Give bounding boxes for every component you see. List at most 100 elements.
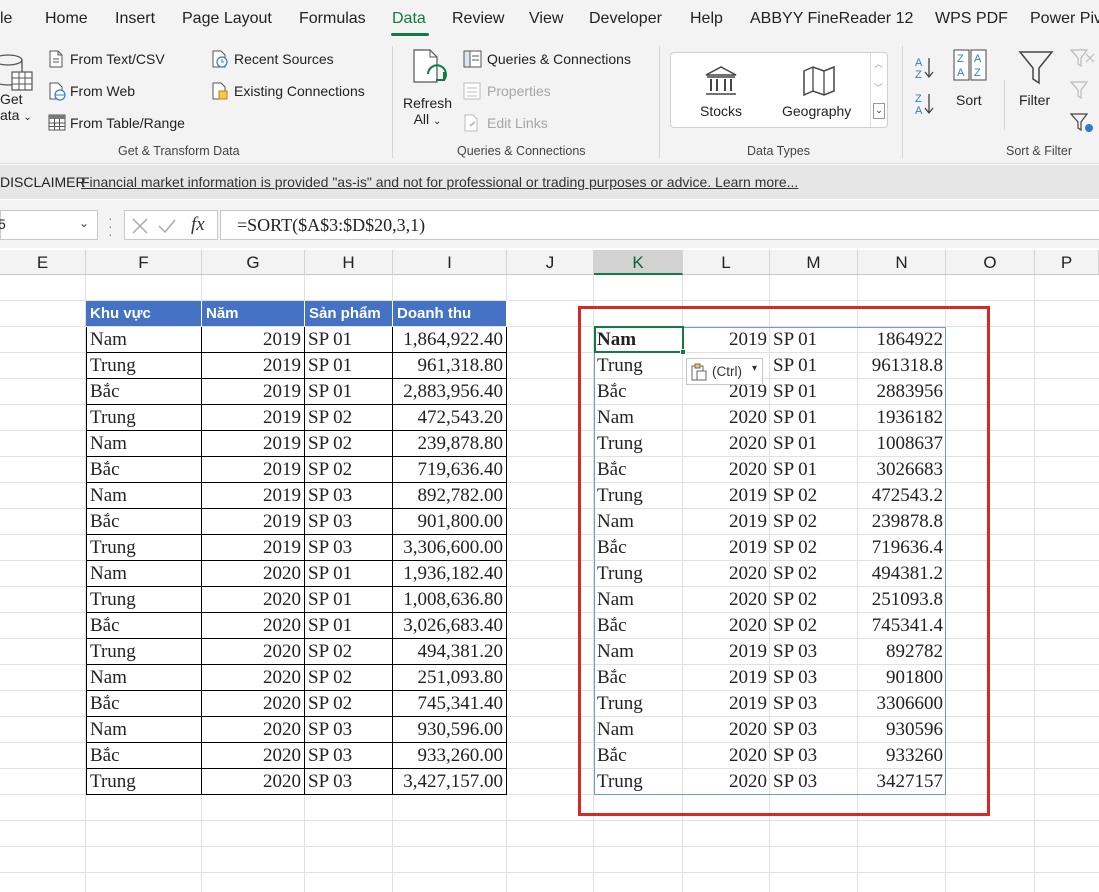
table-cell[interactable]: 901,800.00	[393, 509, 507, 535]
chevron-down-icon[interactable]: ﹀	[874, 81, 883, 94]
table-cell[interactable]: 2020	[202, 769, 305, 795]
table-cell[interactable]: 2019	[202, 379, 305, 405]
table-header-cell[interactable]: Sản phẩm	[305, 301, 393, 326]
table-cell[interactable]: 3,427,157.00	[393, 769, 507, 795]
disclaimer-link[interactable]: Financial market information is provided…	[81, 174, 798, 190]
table-cell[interactable]: Nam	[86, 431, 202, 457]
table-cell[interactable]: SP 02	[305, 431, 393, 457]
table-cell[interactable]: 3,306,600.00	[393, 535, 507, 561]
table-cell[interactable]: 961,318.80	[393, 353, 507, 379]
queries-connections-button[interactable]: Queries & Connections	[487, 51, 631, 67]
table-cell[interactable]: 745,341.40	[393, 691, 507, 717]
table-cell[interactable]: 2020	[202, 587, 305, 613]
table-cell[interactable]: Trung	[86, 353, 202, 379]
column-header-e[interactable]: E	[0, 250, 86, 275]
column-header-h[interactable]: H	[305, 250, 393, 275]
table-cell[interactable]: Nam	[86, 717, 202, 743]
tab-data[interactable]: Data	[392, 10, 426, 28]
column-header-j[interactable]: J	[507, 250, 594, 275]
table-cell[interactable]: SP 03	[305, 717, 393, 743]
column-header-i[interactable]: I	[393, 250, 507, 275]
table-cell[interactable]: 2019	[202, 535, 305, 561]
table-cell[interactable]: SP 02	[305, 665, 393, 691]
table-cell[interactable]: Trung	[86, 769, 202, 795]
table-cell[interactable]: SP 01	[305, 613, 393, 639]
formula-input[interactable]: =SORT($A$3:$D$20,3,1)	[220, 210, 1099, 240]
table-cell[interactable]: 239,878.80	[393, 431, 507, 457]
tab-insert[interactable]: Insert	[115, 10, 155, 28]
table-cell[interactable]: Trung	[86, 405, 202, 431]
table-cell[interactable]: SP 03	[305, 743, 393, 769]
table-cell[interactable]: 2020	[202, 613, 305, 639]
table-cell[interactable]: 2019	[202, 483, 305, 509]
tab-le[interactable]: le	[0, 10, 12, 28]
table-cell[interactable]: 472,543.20	[393, 405, 507, 431]
table-cell[interactable]: SP 01	[305, 561, 393, 587]
table-cell[interactable]: SP 03	[305, 769, 393, 795]
table-cell[interactable]: Nam	[86, 665, 202, 691]
table-cell[interactable]: SP 03	[305, 535, 393, 561]
table-cell[interactable]: 2020	[202, 691, 305, 717]
table-cell[interactable]: SP 01	[305, 327, 393, 353]
chevron-down-icon[interactable]: ⌄	[79, 216, 89, 230]
geography-button[interactable]: Geography	[782, 103, 851, 119]
table-cell[interactable]: 2020	[202, 665, 305, 691]
table-cell[interactable]: Bắc	[86, 613, 202, 639]
table-cell[interactable]: Nam	[86, 327, 202, 353]
tab-developer[interactable]: Developer	[589, 10, 662, 28]
table-cell[interactable]: 2,883,956.40	[393, 379, 507, 405]
table-cell[interactable]: Bắc	[86, 509, 202, 535]
sort-button[interactable]: Sort	[956, 92, 982, 108]
name-box[interactable]: 5 ⌄	[0, 210, 98, 240]
table-cell[interactable]: 494,381.20	[393, 639, 507, 665]
column-header-f[interactable]: F	[86, 250, 202, 275]
table-cell[interactable]: SP 03	[305, 483, 393, 509]
from-text-csv-button[interactable]: From Text/CSV	[70, 51, 165, 67]
from-web-button[interactable]: From Web	[70, 83, 135, 99]
column-header-m[interactable]: M	[770, 250, 858, 275]
table-cell[interactable]: Trung	[86, 639, 202, 665]
table-cell[interactable]: Nam	[86, 561, 202, 587]
table-cell[interactable]: Trung	[86, 535, 202, 561]
more-options-icon[interactable]: · · ·	[108, 211, 113, 241]
tab-power-piv[interactable]: Power Piv	[1030, 10, 1099, 28]
table-cell[interactable]: SP 01	[305, 379, 393, 405]
table-cell[interactable]: 2019	[202, 405, 305, 431]
tab-help[interactable]: Help	[690, 10, 723, 28]
tab-formulas[interactable]: Formulas	[299, 10, 366, 28]
table-cell[interactable]: 1,936,182.40	[393, 561, 507, 587]
table-cell[interactable]: Nam	[86, 483, 202, 509]
table-cell[interactable]: 2020	[202, 743, 305, 769]
tab-review[interactable]: Review	[452, 10, 504, 28]
filter-button[interactable]: Filter	[1019, 92, 1050, 108]
properties-button[interactable]: Properties	[487, 83, 551, 99]
table-cell[interactable]: 1,008,636.80	[393, 587, 507, 613]
table-cell[interactable]: SP 01	[305, 587, 393, 613]
stocks-button[interactable]: Stocks	[700, 103, 742, 119]
table-cell[interactable]: 933,260.00	[393, 743, 507, 769]
table-cell[interactable]: 2020	[202, 561, 305, 587]
table-cell[interactable]: 892,782.00	[393, 483, 507, 509]
table-header-cell[interactable]: Khu vực	[86, 301, 202, 326]
column-header-o[interactable]: O	[946, 250, 1035, 275]
table-cell[interactable]: Trung	[86, 587, 202, 613]
cancel-x-icon[interactable]	[131, 217, 149, 235]
column-header-p[interactable]: P	[1035, 250, 1099, 275]
table-cell[interactable]: Bắc	[86, 743, 202, 769]
table-cell[interactable]: SP 02	[305, 691, 393, 717]
from-table-range-button[interactable]: From Table/Range	[70, 115, 185, 131]
insert-function-icon[interactable]: fx	[191, 214, 205, 236]
column-header-g[interactable]: G	[202, 250, 305, 275]
table-cell[interactable]: SP 03	[305, 509, 393, 535]
recent-sources-button[interactable]: Recent Sources	[234, 51, 334, 67]
table-cell[interactable]: Bắc	[86, 379, 202, 405]
table-header-cell[interactable]: Năm	[202, 301, 305, 326]
edit-links-button[interactable]: Edit Links	[487, 115, 548, 131]
tab-view[interactable]: View	[529, 10, 563, 28]
tab-page-layout[interactable]: Page Layout	[182, 10, 272, 28]
table-cell[interactable]: SP 02	[305, 639, 393, 665]
existing-connections-button[interactable]: Existing Connections	[234, 83, 365, 99]
table-cell[interactable]: 2020	[202, 639, 305, 665]
enter-check-icon[interactable]	[157, 217, 177, 235]
column-header-n[interactable]: N	[858, 250, 946, 275]
